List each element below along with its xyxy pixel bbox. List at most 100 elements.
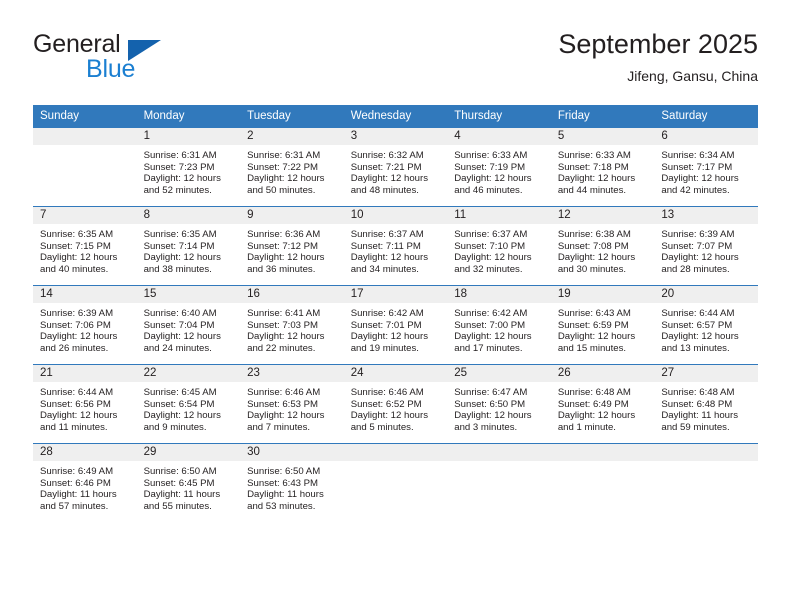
day-details: Sunrise: 6:33 AM Sunset: 7:18 PM Daylight:… — [551, 145, 655, 196]
sunset-text: Sunset: 6:50 PM — [454, 398, 526, 410]
sunset-text: Sunset: 6:57 PM — [661, 319, 733, 331]
calendar-day-cell[interactable]: 4 Sunrise: 6:33 AM Sunset: 7:19 PM Daylight… — [447, 127, 551, 207]
calendar-day-cell[interactable]: 11 Sunrise: 6:37 AM Sunset: 7:10 PM Dayligh… — [447, 206, 551, 286]
calendar-day-cell[interactable]: 17 Sunrise: 6:42 AM Sunset: 7:01 PM Dayligh… — [343, 285, 448, 365]
daylight-text-line1: Daylight: 12 hours — [557, 410, 636, 422]
calendar-day-cell[interactable]: 24 Sunrise: 6:46 AM Sunset: 6:52 PM Dayligh… — [343, 364, 448, 444]
daylight-text-line2: and 30 minutes. — [557, 263, 627, 275]
calendar-day-cell[interactable]: 15 Sunrise: 6:40 AM Sunset: 7:04 PM Dayligh… — [136, 285, 241, 365]
calendar-day-cell[interactable]: 18 Sunrise: 6:42 AM Sunset: 7:00 PM Dayligh… — [447, 285, 551, 365]
daylight-text-line2: and 55 minutes. — [143, 500, 212, 512]
calendar-day-cell[interactable]: 6 Sunrise: 6:34 AM Sunset: 7:17 PM Daylight… — [654, 127, 758, 207]
day-details: Sunrise: 6:50 AM Sunset: 6:45 PM Daylight:… — [137, 461, 241, 512]
calendar-day-cell[interactable]: 19 Sunrise: 6:43 AM Sunset: 6:59 PM Dayligh… — [550, 285, 655, 365]
sunrise-text: Sunrise: 6:33 AM — [557, 150, 631, 161]
daylight-text-line1: Daylight: 12 hours — [661, 173, 739, 185]
sunrise-text: Sunrise: 6:38 AM — [557, 229, 631, 240]
sunrise-text: Sunrise: 6:46 AM — [247, 387, 321, 398]
daylight-text-line1: Daylight: 12 hours — [143, 252, 221, 264]
sunrise-text: Sunrise: 6:45 AM — [143, 387, 217, 398]
sunset-text: Sunset: 6:43 PM — [247, 477, 319, 489]
calendar-day-cell[interactable]: 2 Sunrise: 6:31 AM Sunset: 7:22 PM Daylight… — [240, 127, 344, 207]
calendar-day-cell[interactable]: 22 Sunrise: 6:45 AM Sunset: 6:54 PM Dayligh… — [136, 364, 241, 444]
calendar-day-cell[interactable]: 14 Sunrise: 6:39 AM Sunset: 7:06 PM Dayligh… — [33, 285, 137, 365]
day-details: Sunrise: 6:39 AM Sunset: 7:06 PM Daylight:… — [33, 303, 137, 354]
page-header: General Blue September 2025 Jifeng, Gans… — [33, 28, 758, 94]
daylight-text-line1: Daylight: 12 hours — [661, 252, 739, 264]
daylight-text-line2: and 1 minute. — [557, 421, 616, 433]
calendar-day-cell[interactable]: 30 Sunrise: 6:50 AM Sunset: 6:43 PM Dayligh… — [240, 443, 344, 522]
daylight-text-line1: Daylight: 12 hours — [557, 252, 636, 264]
daylight-text-line2: and 32 minutes. — [454, 263, 523, 275]
sunrise-text: Sunrise: 6:49 AM — [40, 466, 114, 477]
calendar-week-row: 28 Sunrise: 6:49 AM Sunset: 6:46 PM Dayligh… — [33, 443, 758, 522]
day-number: 9 — [240, 207, 344, 224]
sunset-text: Sunset: 6:45 PM — [143, 477, 215, 489]
daylight-text-line1: Daylight: 12 hours — [247, 331, 325, 343]
day-details: Sunrise: 6:31 AM Sunset: 7:22 PM Daylight:… — [240, 145, 344, 196]
day-number: 30 — [240, 444, 344, 461]
daylight-text-line2: and 38 minutes. — [143, 263, 212, 275]
day-details: Sunrise: 6:42 AM Sunset: 7:00 PM Daylight:… — [447, 303, 551, 354]
sunrise-text: Sunrise: 6:35 AM — [40, 229, 114, 240]
day-number: 5 — [550, 128, 655, 145]
day-number — [550, 444, 655, 461]
calendar-day-cell[interactable]: 21 Sunrise: 6:44 AM Sunset: 6:56 PM Dayligh… — [33, 364, 137, 444]
calendar-week-row: 1 Sunrise: 6:31 AM Sunset: 7:23 PM Daylight… — [33, 127, 758, 207]
sunrise-text: Sunrise: 6:42 AM — [454, 308, 528, 319]
sunrise-text: Sunrise: 6:44 AM — [40, 387, 114, 398]
day-number: 3 — [343, 128, 448, 145]
calendar-day-cell[interactable]: 27 Sunrise: 6:48 AM Sunset: 6:48 PM Dayligh… — [654, 364, 758, 444]
day-number: 21 — [33, 365, 137, 382]
day-number: 16 — [240, 286, 344, 303]
brand-name-blue: Blue — [86, 55, 136, 83]
calendar-empty-cell — [447, 443, 551, 522]
sunset-text: Sunset: 6:54 PM — [143, 398, 215, 410]
daylight-text-line2: and 19 minutes. — [350, 342, 419, 354]
calendar-day-cell[interactable]: 26 Sunrise: 6:48 AM Sunset: 6:49 PM Dayligh… — [550, 364, 655, 444]
calendar-day-cell[interactable]: 29 Sunrise: 6:50 AM Sunset: 6:45 PM Dayligh… — [136, 443, 241, 522]
daylight-text-line1: Daylight: 12 hours — [40, 252, 118, 264]
day-details — [447, 461, 551, 466]
calendar-day-cell[interactable]: 23 Sunrise: 6:46 AM Sunset: 6:53 PM Dayligh… — [240, 364, 344, 444]
daylight-text-line2: and 24 minutes. — [143, 342, 212, 354]
calendar-day-cell[interactable]: 9 Sunrise: 6:36 AM Sunset: 7:12 PM Daylight… — [240, 206, 344, 286]
calendar-day-cell[interactable]: 3 Sunrise: 6:32 AM Sunset: 7:21 PM Daylight… — [343, 127, 448, 207]
sunrise-text: Sunrise: 6:34 AM — [661, 150, 735, 161]
daylight-text-line1: Daylight: 12 hours — [247, 252, 325, 264]
sunset-text: Sunset: 6:53 PM — [247, 398, 319, 410]
day-number: 2 — [240, 128, 344, 145]
calendar-day-cell[interactable]: 5 Sunrise: 6:33 AM Sunset: 7:18 PM Daylight… — [550, 127, 655, 207]
day-details: Sunrise: 6:33 AM Sunset: 7:19 PM Daylight:… — [447, 145, 551, 196]
day-number: 13 — [654, 207, 758, 224]
sunrise-text: Sunrise: 6:43 AM — [557, 308, 631, 319]
calendar-day-cell[interactable]: 8 Sunrise: 6:35 AM Sunset: 7:14 PM Daylight… — [136, 206, 241, 286]
calendar-day-cell[interactable]: 7 Sunrise: 6:35 AM Sunset: 7:15 PM Daylight… — [33, 206, 137, 286]
calendar-day-cell[interactable]: 25 Sunrise: 6:47 AM Sunset: 6:50 PM Dayligh… — [447, 364, 551, 444]
calendar-day-cell[interactable]: 28 Sunrise: 6:49 AM Sunset: 6:46 PM Dayligh… — [33, 443, 137, 522]
day-details: Sunrise: 6:37 AM Sunset: 7:11 PM Daylight:… — [344, 224, 448, 275]
day-number: 22 — [136, 365, 241, 382]
sunset-text: Sunset: 6:46 PM — [40, 477, 111, 489]
weekday-header-sunday: Sunday — [33, 105, 137, 128]
day-details: Sunrise: 6:40 AM Sunset: 7:04 PM Daylight:… — [137, 303, 241, 354]
calendar-day-cell[interactable]: 13 Sunrise: 6:39 AM Sunset: 7:07 PM Dayligh… — [654, 206, 758, 286]
weekday-header-thursday: Thursday — [447, 105, 551, 128]
daylight-text-line2: and 22 minutes. — [247, 342, 316, 354]
day-number: 24 — [343, 365, 448, 382]
calendar-day-cell[interactable]: 1 Sunrise: 6:31 AM Sunset: 7:23 PM Daylight… — [136, 127, 241, 207]
calendar-day-cell[interactable]: 10 Sunrise: 6:37 AM Sunset: 7:11 PM Dayligh… — [343, 206, 448, 286]
sunrise-text: Sunrise: 6:44 AM — [661, 308, 735, 319]
day-details: Sunrise: 6:35 AM Sunset: 7:14 PM Daylight:… — [137, 224, 241, 275]
daylight-text-line2: and 52 minutes. — [143, 184, 212, 196]
calendar-day-cell[interactable]: 16 Sunrise: 6:41 AM Sunset: 7:03 PM Dayligh… — [240, 285, 344, 365]
sunset-text: Sunset: 7:01 PM — [350, 319, 422, 331]
sunrise-text: Sunrise: 6:35 AM — [143, 229, 217, 240]
calendar-day-cell[interactable]: 12 Sunrise: 6:38 AM Sunset: 7:08 PM Dayligh… — [550, 206, 655, 286]
general-blue-logo[interactable]: General Blue — [33, 28, 263, 90]
day-details: Sunrise: 6:45 AM Sunset: 6:54 PM Daylight:… — [137, 382, 241, 433]
sunset-text: Sunset: 7:07 PM — [661, 240, 733, 252]
weekday-header-saturday: Saturday — [654, 105, 758, 128]
sunset-text: Sunset: 7:00 PM — [454, 319, 526, 331]
calendar-day-cell[interactable]: 20 Sunrise: 6:44 AM Sunset: 6:57 PM Dayligh… — [654, 285, 758, 365]
